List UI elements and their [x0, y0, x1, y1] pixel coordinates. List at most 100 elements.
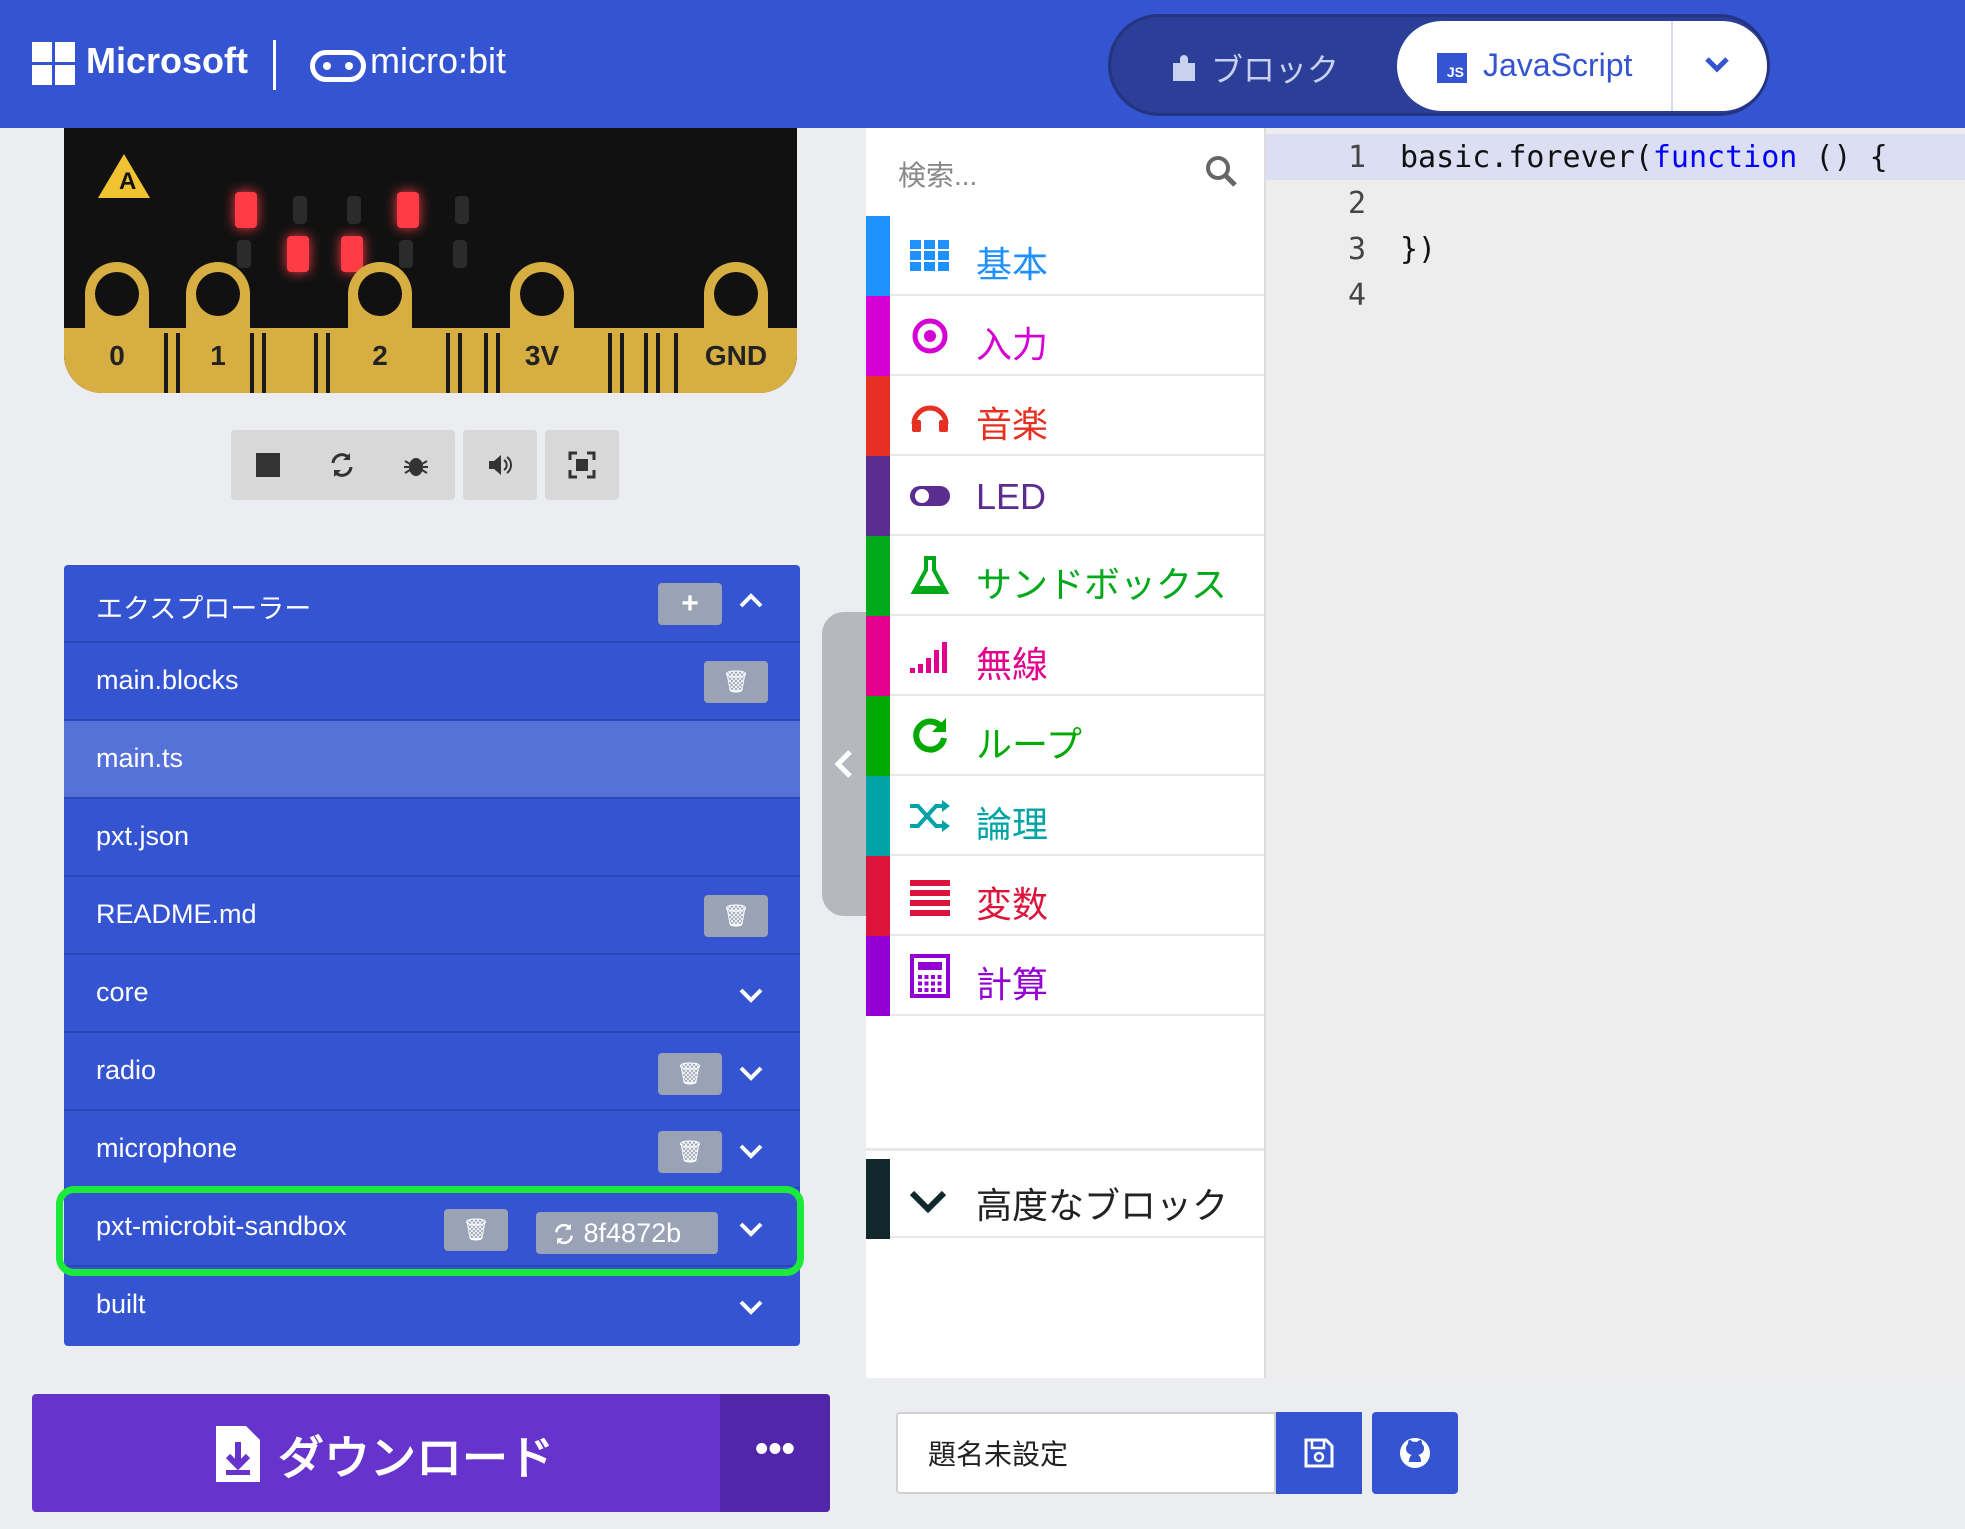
flask-icon	[908, 554, 952, 598]
fullscreen-icon[interactable]	[545, 430, 619, 500]
toolbox-category-label: ループ	[976, 724, 1082, 765]
js-file-icon: JS	[1437, 53, 1467, 83]
toolbox-category-label: 計算	[976, 964, 1049, 1005]
code-line[interactable]: 1 basic.forever(function () {	[1266, 134, 1965, 180]
brand-divider	[273, 40, 276, 90]
led-off	[455, 196, 469, 224]
explorer-title: エクスプローラー	[96, 594, 312, 624]
block-toolbox: 検索... 基本 入力 音楽 LED サンドボックス 無線 ループ 論理 変数 …	[866, 128, 1264, 1378]
github-icon	[1400, 1438, 1430, 1468]
code-text: })	[1400, 232, 1437, 267]
button-a-label: A	[119, 168, 137, 195]
chevron-down-icon[interactable]	[737, 1293, 765, 1321]
stop-icon[interactable]	[231, 430, 305, 500]
led-off	[293, 196, 307, 224]
javascript-tab-label: JavaScript	[1483, 47, 1633, 83]
toolbox-category-label: 論理	[976, 804, 1049, 845]
sound-icon[interactable]	[463, 430, 537, 500]
toolbox-category[interactable]: 入力	[866, 296, 1264, 376]
advanced-blocks-toggle[interactable]: 高度なブロック	[866, 1148, 1264, 1239]
pin-3v[interactable]: 3V	[510, 262, 574, 393]
toolbox-category-label: 基本	[976, 244, 1049, 285]
led-on	[235, 192, 257, 228]
trash-icon[interactable]: 🗑	[658, 1131, 722, 1173]
toolbox-category-label: 入力	[976, 324, 1049, 365]
toolbox-category[interactable]: 音楽	[866, 376, 1264, 456]
toolbox-category[interactable]: サンドボックス	[866, 536, 1264, 616]
javascript-tab[interactable]: JS JavaScript	[1397, 21, 1767, 111]
toolbox-category[interactable]: LED	[866, 456, 1264, 536]
github-button[interactable]	[1372, 1412, 1458, 1494]
toolbox-category-label: LED	[976, 476, 1047, 517]
toolbox-category[interactable]: 論理	[866, 776, 1264, 856]
code-line[interactable]: 2	[1266, 180, 1965, 226]
microsoft-logo-icon	[32, 42, 76, 86]
pin-2[interactable]: 2	[348, 262, 412, 393]
chevron-down-icon[interactable]	[1702, 49, 1732, 79]
simulator-toolbar	[231, 430, 619, 500]
highlight-annotation	[56, 1186, 804, 1276]
microbit-simulator[interactable]: A 0 1 2 3V GND	[64, 128, 797, 393]
add-file-button[interactable]: +	[658, 583, 722, 625]
chevron-up-icon[interactable]	[737, 587, 765, 615]
advanced-blocks-label: 高度なブロック	[976, 1185, 1229, 1226]
microbit-brand[interactable]: micro:bit	[370, 40, 506, 82]
code-line[interactable]: 4	[1266, 272, 1965, 318]
explorer-header[interactable]: エクスプローラー +	[64, 565, 800, 643]
pin-0[interactable]: 0	[85, 262, 149, 393]
trash-icon[interactable]: 🗑	[658, 1053, 722, 1095]
file-row[interactable]: main.blocks 🗑	[64, 643, 800, 721]
pin-gnd[interactable]: GND	[704, 262, 768, 393]
toolbox-category[interactable]: 変数	[866, 856, 1264, 936]
package-row[interactable]: microphone 🗑	[64, 1111, 800, 1189]
chevron-down-icon[interactable]	[737, 981, 765, 1009]
chevron-left-icon	[834, 750, 852, 778]
toolbox-category[interactable]: 基本	[866, 216, 1264, 296]
file-row[interactable]: pxt.json	[64, 799, 800, 877]
trash-icon[interactable]: 🗑	[704, 661, 768, 703]
target-icon	[908, 314, 952, 358]
headphones-icon	[908, 394, 952, 438]
led-off	[347, 196, 361, 224]
file-row[interactable]: README.md 🗑	[64, 877, 800, 955]
chevron-down-icon[interactable]	[737, 1137, 765, 1165]
more-options-button[interactable]: •••	[720, 1394, 830, 1512]
download-button[interactable]: ダウンロード •••	[32, 1394, 830, 1512]
code-text: basic.forever(function () {	[1400, 140, 1888, 175]
pin-1[interactable]: 1	[186, 262, 250, 393]
led-off	[453, 240, 467, 268]
loop-arrow-icon	[908, 714, 952, 758]
microsoft-brand[interactable]: Microsoft	[86, 40, 248, 82]
debug-bug-icon[interactable]	[379, 430, 453, 500]
blocks-tab-label: ブロック	[1211, 52, 1340, 88]
chevron-down-icon[interactable]	[737, 1059, 765, 1087]
led-on	[341, 236, 363, 272]
signal-bars-icon	[908, 634, 952, 678]
toolbox-category-label: サンドボックス	[976, 564, 1227, 605]
restart-icon[interactable]	[305, 430, 379, 500]
list-lines-icon	[908, 874, 952, 918]
trash-icon[interactable]: 🗑	[704, 895, 768, 937]
toolbox-category[interactable]: 無線	[866, 616, 1264, 696]
search-icon[interactable]	[1204, 154, 1238, 188]
line-number: 3	[1347, 232, 1366, 267]
collapse-simulator-button[interactable]	[822, 612, 866, 916]
led-off	[237, 240, 251, 268]
package-row[interactable]: radio 🗑	[64, 1033, 800, 1111]
package-row[interactable]: built	[64, 1267, 800, 1345]
code-line[interactable]: 3 })	[1266, 226, 1965, 272]
file-row-selected[interactable]: main.ts	[64, 721, 800, 799]
toolbox-category-label: 無線	[976, 644, 1049, 685]
toolbox-search-input[interactable]: 検索...	[898, 154, 977, 194]
package-row[interactable]: core	[64, 955, 800, 1033]
code-editor[interactable]: 1 basic.forever(function () {2 3 }) 4	[1264, 128, 1965, 1378]
microbit-logo-icon	[310, 50, 366, 82]
led-on	[287, 236, 309, 272]
toolbox-category[interactable]: ループ	[866, 696, 1264, 776]
project-name-input[interactable]	[896, 1412, 1276, 1494]
save-button[interactable]	[1276, 1412, 1362, 1494]
blocks-tab[interactable]: ブロック	[1171, 45, 1339, 91]
toolbox-category[interactable]: 計算	[866, 936, 1264, 1016]
puzzle-icon	[1173, 55, 1195, 81]
calculator-icon	[908, 954, 952, 998]
